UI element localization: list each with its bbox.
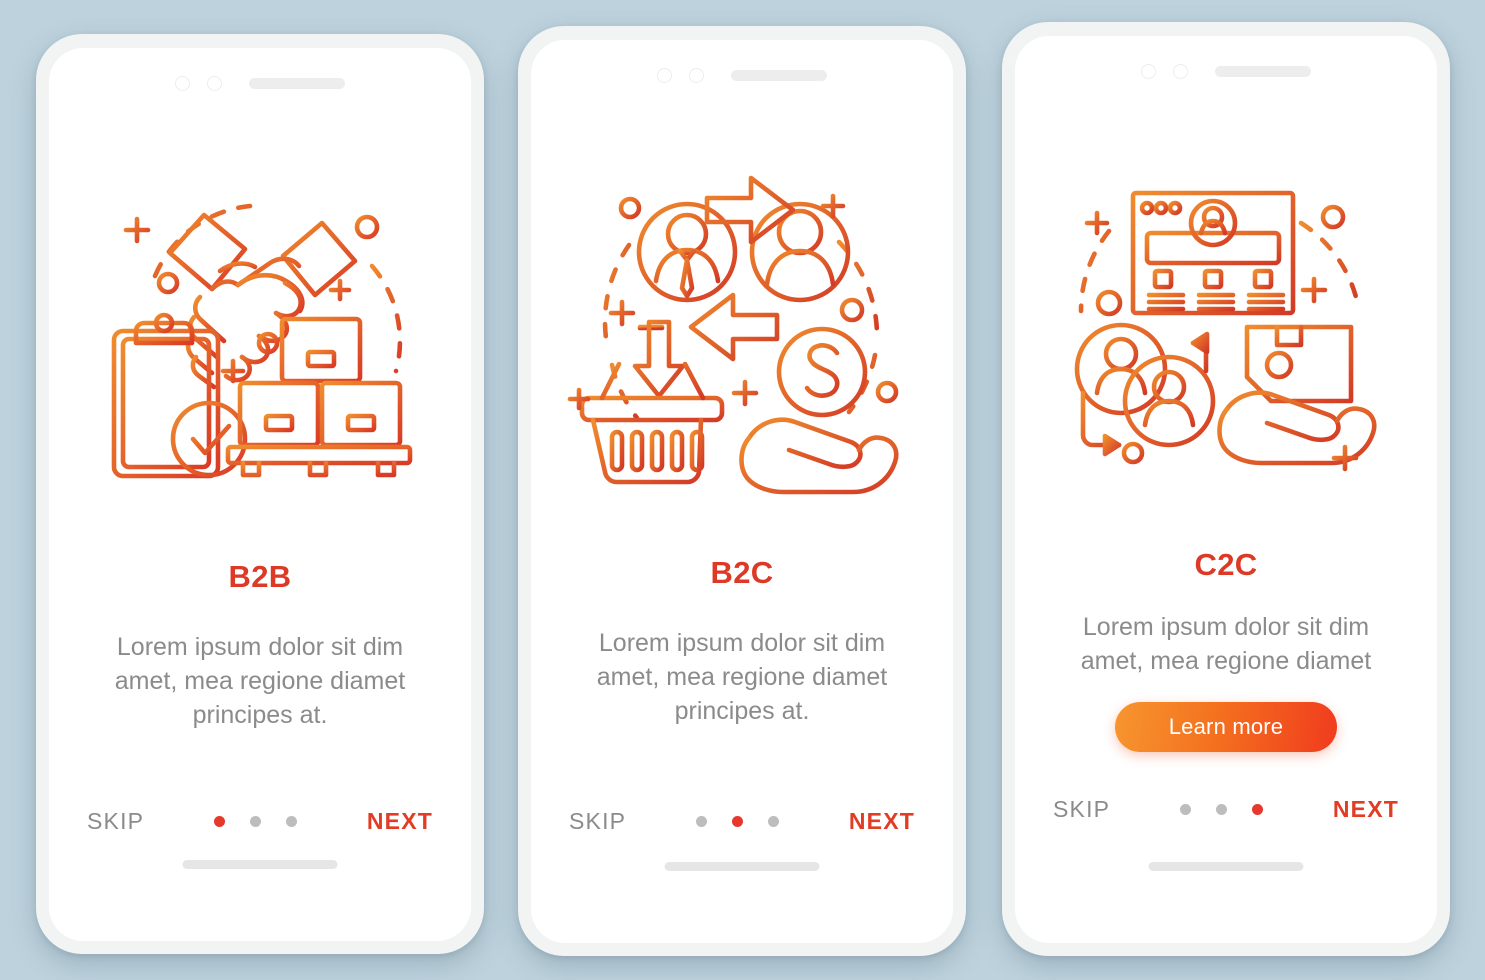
page-description: Lorem ipsum dolor sit dim amet, mea regi… (596, 629, 888, 725)
illustration-c2c (1015, 166, 1437, 486)
speaker-grille-icon (731, 70, 827, 81)
speaker-grille-icon (249, 78, 345, 89)
pagination-dot-3[interactable] (1252, 804, 1264, 815)
camera-icon (175, 76, 190, 91)
speaker-grille-icon (1215, 66, 1311, 77)
pagination-dot-1[interactable] (214, 816, 226, 827)
phone-notch-bar (531, 68, 953, 83)
onboarding-nav: SKIP NEXT (569, 808, 915, 835)
sensor-icon (689, 68, 704, 83)
page-description: Lorem ipsum dolor sit dim amet, mea regi… (114, 633, 406, 729)
next-button[interactable]: NEXT (849, 808, 915, 835)
pagination-dot-2[interactable] (1216, 804, 1228, 815)
phone-notch-bar (49, 76, 471, 91)
skip-button[interactable]: SKIP (1053, 796, 1110, 823)
home-indicator (182, 860, 338, 869)
pagination-dots (214, 816, 298, 827)
screen-c2c: C2C Lorem ipsum dolor sit dim amet, mea … (1015, 36, 1437, 943)
skip-button[interactable]: SKIP (569, 808, 626, 835)
sensor-icon (1173, 64, 1188, 79)
phone-mockup-b2b: B2B Lorem ipsum dolor sit dim amet, mea … (36, 34, 484, 954)
pagination-dot-3[interactable] (768, 816, 780, 827)
onboarding-nav: SKIP NEXT (87, 808, 433, 835)
home-indicator (664, 862, 820, 871)
home-indicator (1148, 862, 1304, 871)
pagination-dot-1[interactable] (1180, 804, 1192, 815)
illustration-b2c (531, 150, 953, 500)
sensor-icon (207, 76, 222, 91)
onboarding-screens-stage: B2B Lorem ipsum dolor sit dim amet, mea … (0, 0, 1485, 980)
pagination-dot-3[interactable] (286, 816, 298, 827)
illustration-b2b (49, 166, 471, 496)
page-title: B2B (228, 559, 292, 594)
pagination-dots (1180, 804, 1264, 815)
camera-icon (657, 68, 672, 83)
page-title: B2C (710, 555, 774, 590)
screen-b2c: B2C Lorem ipsum dolor sit dim amet, mea … (531, 40, 953, 943)
onboarding-nav: SKIP NEXT (1053, 796, 1399, 823)
skip-button[interactable]: SKIP (87, 808, 144, 835)
phone-notch-bar (1015, 64, 1437, 79)
screen-b2b: B2B Lorem ipsum dolor sit dim amet, mea … (49, 48, 471, 941)
pagination-dot-1[interactable] (696, 816, 708, 827)
pagination-dot-2[interactable] (250, 816, 262, 827)
page-title: C2C (1194, 547, 1258, 582)
next-button[interactable]: NEXT (1333, 796, 1399, 823)
learn-more-button[interactable]: Learn more (1115, 702, 1337, 752)
camera-icon (1141, 64, 1156, 79)
pagination-dot-2[interactable] (732, 816, 744, 827)
phone-mockup-b2c: B2C Lorem ipsum dolor sit dim amet, mea … (518, 26, 966, 956)
pagination-dots (696, 816, 780, 827)
phone-mockup-c2c: C2C Lorem ipsum dolor sit dim amet, mea … (1002, 22, 1450, 956)
next-button[interactable]: NEXT (367, 808, 433, 835)
page-description: Lorem ipsum dolor sit dim amet, mea regi… (1080, 613, 1372, 675)
